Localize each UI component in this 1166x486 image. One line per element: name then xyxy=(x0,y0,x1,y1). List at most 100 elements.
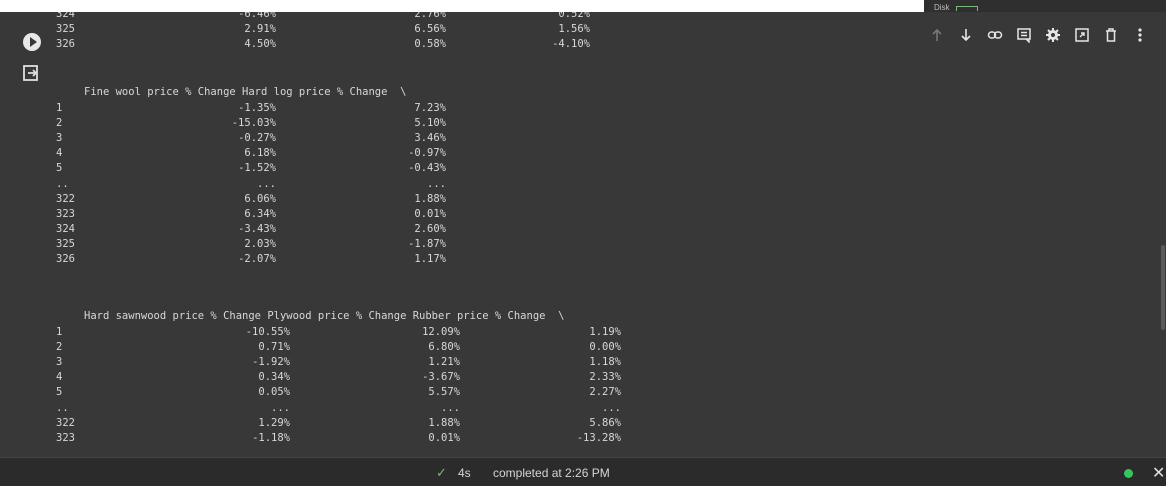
cell-value: -4.10% xyxy=(552,38,590,50)
cell-value: -6.46% xyxy=(238,12,276,20)
row-index: 2 xyxy=(56,117,63,130)
cell-value: 0.01% xyxy=(414,207,446,220)
cell-value: 6.56% xyxy=(414,23,446,35)
cell-value: -1.52% xyxy=(238,162,276,175)
row-index: 4 xyxy=(56,147,63,160)
row-index: 325 xyxy=(56,237,75,250)
cell-value: 1.88% xyxy=(428,416,460,429)
cell-value: 1.56% xyxy=(558,23,590,35)
cell-toolbar xyxy=(920,20,1166,50)
arrow-down-icon[interactable] xyxy=(957,26,975,44)
output-actions-icon[interactable] xyxy=(22,64,40,82)
cell-value: 6.34% xyxy=(244,207,276,220)
row-index: 323 xyxy=(56,207,75,220)
cell-value: 2.91% xyxy=(244,23,276,35)
row-index: 4 xyxy=(56,371,63,384)
cell-value: 0.71% xyxy=(258,341,290,354)
cell-output: 324 -6.46% 2.76% 0.52% 325 2.91% 6.56% 1.56% 326… xyxy=(56,12,916,457)
cell-value: 6.18% xyxy=(244,147,276,160)
cell-value: ... xyxy=(602,401,621,414)
disk-label: Disk xyxy=(934,3,950,12)
cell-value: 3.46% xyxy=(414,132,446,145)
row-index: 3 xyxy=(56,356,63,369)
cell-value: -2.07% xyxy=(238,253,276,265)
cell-value: 1.19% xyxy=(589,326,621,338)
row-index: .. xyxy=(56,401,69,414)
cell-value: 7.23% xyxy=(414,102,446,114)
row-index: 5 xyxy=(56,162,63,175)
cell-value: 0.34% xyxy=(258,371,290,384)
cell-value: -1.87% xyxy=(408,237,446,250)
cell-value: 1.21% xyxy=(428,356,460,369)
cell-value: -10.55% xyxy=(245,326,290,338)
row-index: 2 xyxy=(56,341,63,354)
cell-value: 0.05% xyxy=(258,386,290,399)
row-index: 326 xyxy=(56,38,75,50)
cell-value: 0.52% xyxy=(558,12,590,20)
cell-value: 1.17% xyxy=(414,253,446,265)
row-index: 322 xyxy=(56,416,75,429)
row-index: .. xyxy=(56,177,69,190)
comment-icon[interactable] xyxy=(1015,26,1033,44)
cell-value: 1.88% xyxy=(414,192,446,205)
cell-value: 1.18% xyxy=(589,356,621,369)
link-icon[interactable] xyxy=(986,26,1004,44)
cell-value: 12.09% xyxy=(422,326,460,338)
cell-value: 0.00% xyxy=(589,341,621,354)
cell-value: 2.27% xyxy=(589,386,621,399)
cell-value: 2.76% xyxy=(414,12,446,20)
row-index: 325 xyxy=(56,23,75,35)
cell-value: 0.01% xyxy=(428,431,460,444)
row-index: 324 xyxy=(56,222,75,235)
execution-duration: 4s xyxy=(458,466,471,480)
mirror-cell-icon[interactable] xyxy=(1073,26,1091,44)
check-icon: ✓ xyxy=(436,465,447,480)
scrollbar[interactable] xyxy=(1161,245,1165,330)
cell-value: 1.29% xyxy=(258,416,290,429)
disk-usage-bar xyxy=(956,6,978,11)
cell-value: -0.27% xyxy=(238,132,276,145)
cell-value: 2.03% xyxy=(244,237,276,250)
cell-value: -13.28% xyxy=(576,431,621,444)
column-headers: Fine wool price % Change Hard log price … xyxy=(84,86,407,98)
row-index: 326 xyxy=(56,253,75,265)
row-index: 323 xyxy=(56,431,75,444)
cell-value: -1.35% xyxy=(238,102,276,114)
cell-value: -1.92% xyxy=(252,356,290,369)
row-index: 1 xyxy=(56,326,63,338)
cell-value: 4.50% xyxy=(244,38,276,50)
status-bar: ✓ 4s completed at 2:26 PM ✕ xyxy=(0,457,1166,486)
cell-value: 5.10% xyxy=(414,117,446,130)
trash-icon[interactable] xyxy=(1102,26,1120,44)
cell-value: -3.67% xyxy=(422,371,460,384)
cell-value: -15.03% xyxy=(231,117,276,130)
row-index: 324 xyxy=(56,12,75,20)
cell-value: -1.18% xyxy=(252,431,290,444)
execution-status-text: completed at 2:26 PM xyxy=(493,466,610,480)
cell-value: ... xyxy=(257,177,276,190)
cell-value: 5.86% xyxy=(589,416,621,429)
row-index: 5 xyxy=(56,386,63,399)
column-headers: Hard sawnwood price % Change Plywood pri… xyxy=(84,310,565,322)
run-cell-button[interactable] xyxy=(23,33,41,51)
cell-value: ... xyxy=(427,177,446,190)
cell-value: 6.06% xyxy=(244,192,276,205)
cell-value: 2.60% xyxy=(414,222,446,235)
cell-value: -0.43% xyxy=(408,162,446,175)
cell-value: ... xyxy=(441,401,460,414)
arrow-up-icon[interactable] xyxy=(928,26,946,44)
gear-icon[interactable] xyxy=(1044,26,1062,44)
cell-value: -0.97% xyxy=(408,147,446,160)
cell-value: 0.58% xyxy=(414,38,446,50)
cell-value: 2.33% xyxy=(589,371,621,384)
cell-value: 5.57% xyxy=(428,386,460,399)
connection-status-indicator[interactable] xyxy=(1124,469,1133,478)
row-index: 1 xyxy=(56,102,63,114)
close-icon[interactable]: ✕ xyxy=(1152,463,1165,483)
more-icon[interactable] xyxy=(1131,26,1149,44)
cell-value: ... xyxy=(271,401,290,414)
row-index: 3 xyxy=(56,132,63,145)
cell-value: 6.80% xyxy=(428,341,460,354)
row-index: 322 xyxy=(56,192,75,205)
cell-value: -3.43% xyxy=(238,222,276,235)
